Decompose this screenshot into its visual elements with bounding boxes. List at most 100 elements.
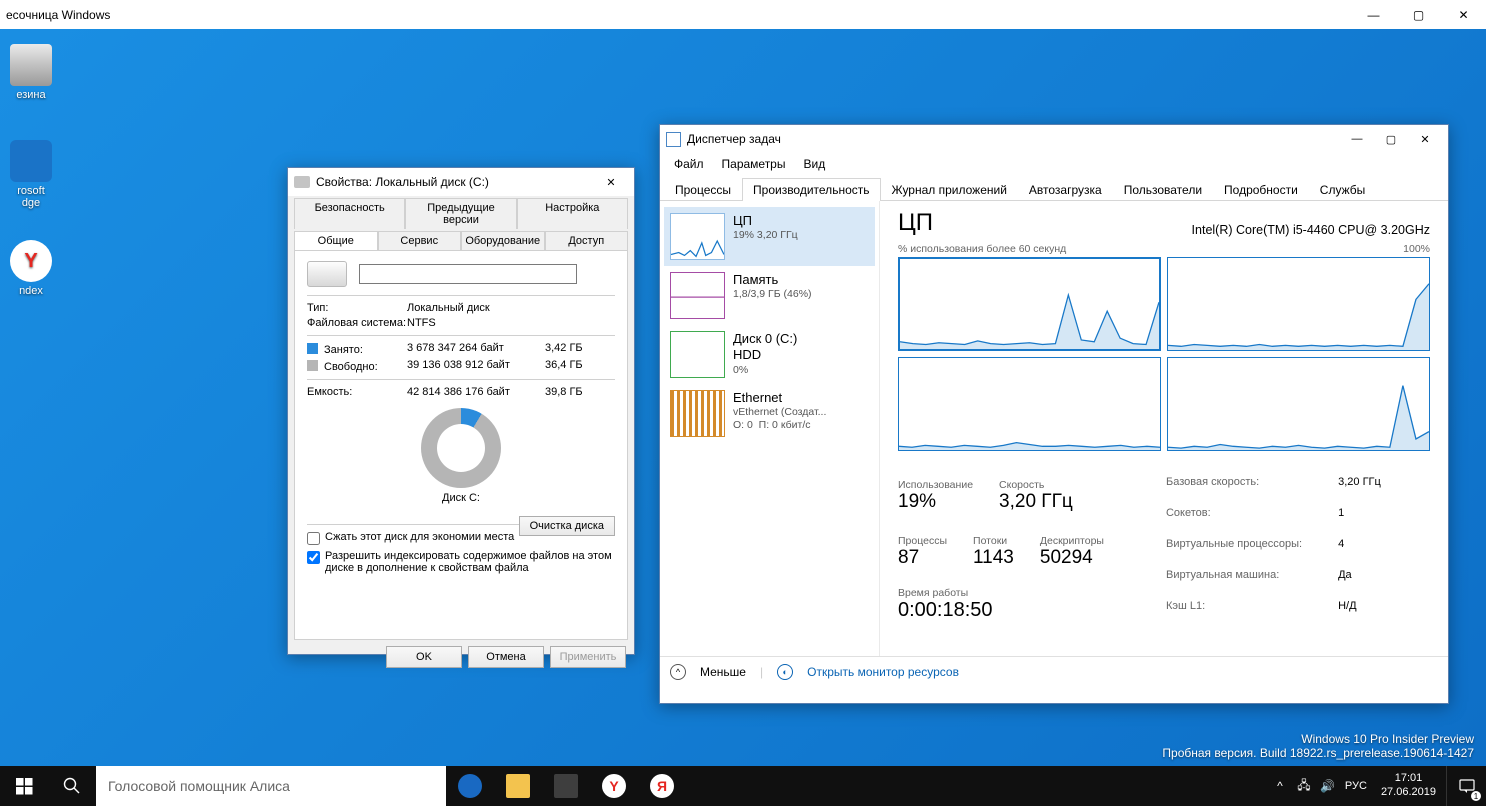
maximize-button[interactable]: ▢ (1396, 0, 1441, 29)
index-checkbox-row[interactable]: Разрешить индексировать содержимое файло… (307, 550, 615, 574)
tab-row-1: Безопасность Предыдущие версии Настройка (288, 196, 634, 229)
task-manager-titlebar[interactable]: Диспетчер задач — ▢ ✕ (660, 125, 1448, 153)
stat-threads-value: 1143 (973, 547, 1014, 569)
free-gb: 36,4 ГБ (545, 359, 615, 373)
taskbar-app-explorer[interactable] (494, 766, 542, 806)
chart-caption-left: % использования более 60 секунд (898, 243, 1066, 255)
tray-chevron-icon[interactable]: ^ (1269, 766, 1291, 806)
close-button[interactable]: ✕ (1441, 0, 1486, 29)
tab-services[interactable]: Службы (1309, 178, 1376, 201)
menu-file[interactable]: Файл (666, 155, 712, 173)
clock-date: 27.06.2019 (1381, 786, 1436, 800)
desktop-icon-yandex[interactable]: Y ndex (0, 240, 62, 297)
search-icon-button[interactable] (48, 766, 96, 806)
cpu-chart-grid (898, 257, 1430, 451)
stat-speed-value: 3,20 ГГц (999, 491, 1073, 513)
cpu-chart-core0 (898, 257, 1161, 351)
properties-title: Свойства: Локальный диск (C:) (316, 175, 489, 189)
menu-view[interactable]: Вид (795, 155, 833, 173)
cpu-chart-core1 (1167, 257, 1430, 351)
close-button[interactable]: ✕ (594, 171, 628, 193)
taskbar-app-edge[interactable] (446, 766, 494, 806)
fewer-details-link[interactable]: Меньше (700, 665, 746, 679)
cancel-button[interactable]: Отмена (468, 646, 544, 668)
search-box[interactable]: Голосовой помощник Алиса (96, 766, 446, 806)
yandex-icon: Y (10, 240, 52, 282)
sidebar-cpu-sub: 19% 3,20 ГГц (733, 229, 798, 242)
minimize-button[interactable]: — (1351, 0, 1396, 29)
tab-performance[interactable]: Производительность (742, 178, 880, 201)
volume-name-input[interactable] (359, 264, 577, 284)
taskbar-app-yandex[interactable]: Y (590, 766, 638, 806)
resource-monitor-icon[interactable]: ◐ (777, 664, 793, 680)
sidebar-item-cpu[interactable]: ЦП19% 3,20 ГГц (664, 207, 875, 266)
performance-main: ЦП Intel(R) Core(TM) i5-4460 CPU@ 3.20GH… (880, 201, 1448, 656)
disk-icon (307, 261, 347, 287)
taskbar-clock[interactable]: 17:01 27.06.2019 (1373, 772, 1444, 800)
clock-time: 17:01 (1381, 772, 1436, 786)
drive-icon (294, 176, 310, 188)
task-manager-footer: ^ Меньше | ◐ Открыть монитор ресурсов (660, 656, 1448, 687)
search-icon (63, 777, 81, 795)
type-label: Тип: (307, 302, 407, 314)
stat-usage-value: 19% (898, 491, 973, 513)
menu-options[interactable]: Параметры (714, 155, 794, 173)
disk-thumb-chart (670, 331, 725, 378)
sidebar-item-memory[interactable]: Память1,8/3,9 ГБ (46%) (664, 266, 875, 325)
properties-titlebar[interactable]: Свойства: Локальный диск (C:) ✕ (288, 168, 634, 196)
uptime-label: Время работы (898, 587, 1104, 599)
minimize-button[interactable]: — (1340, 128, 1374, 150)
capacity-gb: 39,8 ГБ (545, 386, 615, 398)
sidebar-cpu-title: ЦП (733, 213, 798, 229)
tab-sharing[interactable]: Доступ (545, 231, 629, 250)
properties-dialog: Свойства: Локальный диск (C:) ✕ Безопасн… (287, 167, 635, 655)
sidebar-item-ethernet[interactable]: EthernetvEthernet (Создат... О: 0 П: 0 к… (664, 384, 875, 443)
tab-app-history[interactable]: Журнал приложений (881, 178, 1018, 201)
tab-details[interactable]: Подробности (1213, 178, 1309, 201)
edge-icon (10, 140, 52, 182)
cpu-heading: ЦП (898, 209, 933, 237)
tab-previous-versions[interactable]: Предыдущие версии (405, 198, 516, 229)
uptime-value: 0:00:18:50 (898, 599, 1104, 622)
tray-language[interactable]: РУС (1341, 766, 1371, 806)
sandbox-window-bar: есочница Windows — ▢ ✕ (0, 0, 1486, 29)
maximize-button[interactable]: ▢ (1374, 128, 1408, 150)
tab-processes[interactable]: Процессы (664, 178, 742, 201)
tab-customize[interactable]: Настройка (517, 198, 628, 229)
tab-general[interactable]: Общие (294, 231, 378, 250)
index-checkbox[interactable] (307, 551, 320, 564)
apply-button[interactable]: Применить (550, 646, 626, 668)
sidebar-disk-sub: 0% (733, 364, 797, 377)
compress-checkbox[interactable] (307, 532, 320, 545)
tab-users[interactable]: Пользователи (1113, 178, 1213, 201)
desktop-icon-recycle[interactable]: езина (0, 44, 62, 101)
index-label: Разрешить индексировать содержимое файло… (325, 550, 615, 574)
tab-startup[interactable]: Автозагрузка (1018, 178, 1113, 201)
action-center-button[interactable]: 1 (1446, 766, 1486, 806)
compress-label: Сжать этот диск для экономии места (325, 531, 514, 543)
close-button[interactable]: ✕ (1408, 128, 1442, 150)
disk-cleanup-button[interactable]: Очистка диска (519, 516, 615, 536)
tab-hardware[interactable]: Оборудование (461, 231, 545, 250)
recycle-bin-icon (10, 44, 52, 86)
open-resource-monitor-link[interactable]: Открыть монитор ресурсов (807, 665, 959, 679)
usage-donut-chart (421, 408, 501, 488)
tray-network-icon[interactable]: 🖧 (1293, 766, 1315, 806)
free-color-swatch (307, 360, 318, 371)
ok-button[interactable]: OK (386, 646, 462, 668)
fs-label: Файловая система: (307, 317, 407, 329)
search-placeholder: Голосовой помощник Алиса (108, 778, 290, 794)
free-label: Свободно: (307, 359, 407, 373)
tab-tools[interactable]: Сервис (378, 231, 462, 250)
taskbar-app-generic[interactable] (542, 766, 590, 806)
sidebar-item-disk[interactable]: Диск 0 (C:) HDD0% (664, 325, 875, 384)
desktop-icon-edge[interactable]: rosoft dge (0, 140, 62, 209)
used-bytes: 3 678 347 264 байт (407, 342, 545, 356)
start-button[interactable] (0, 766, 48, 806)
taskbar-app-yandex-2[interactable]: Я (638, 766, 686, 806)
sidebar-memory-title: Память (733, 272, 812, 288)
task-manager-menu: Файл Параметры Вид (660, 153, 1448, 177)
tray-volume-icon[interactable]: 🔊 (1317, 766, 1339, 806)
tab-security[interactable]: Безопасность (294, 198, 405, 229)
fewer-details-icon[interactable]: ^ (670, 664, 686, 680)
